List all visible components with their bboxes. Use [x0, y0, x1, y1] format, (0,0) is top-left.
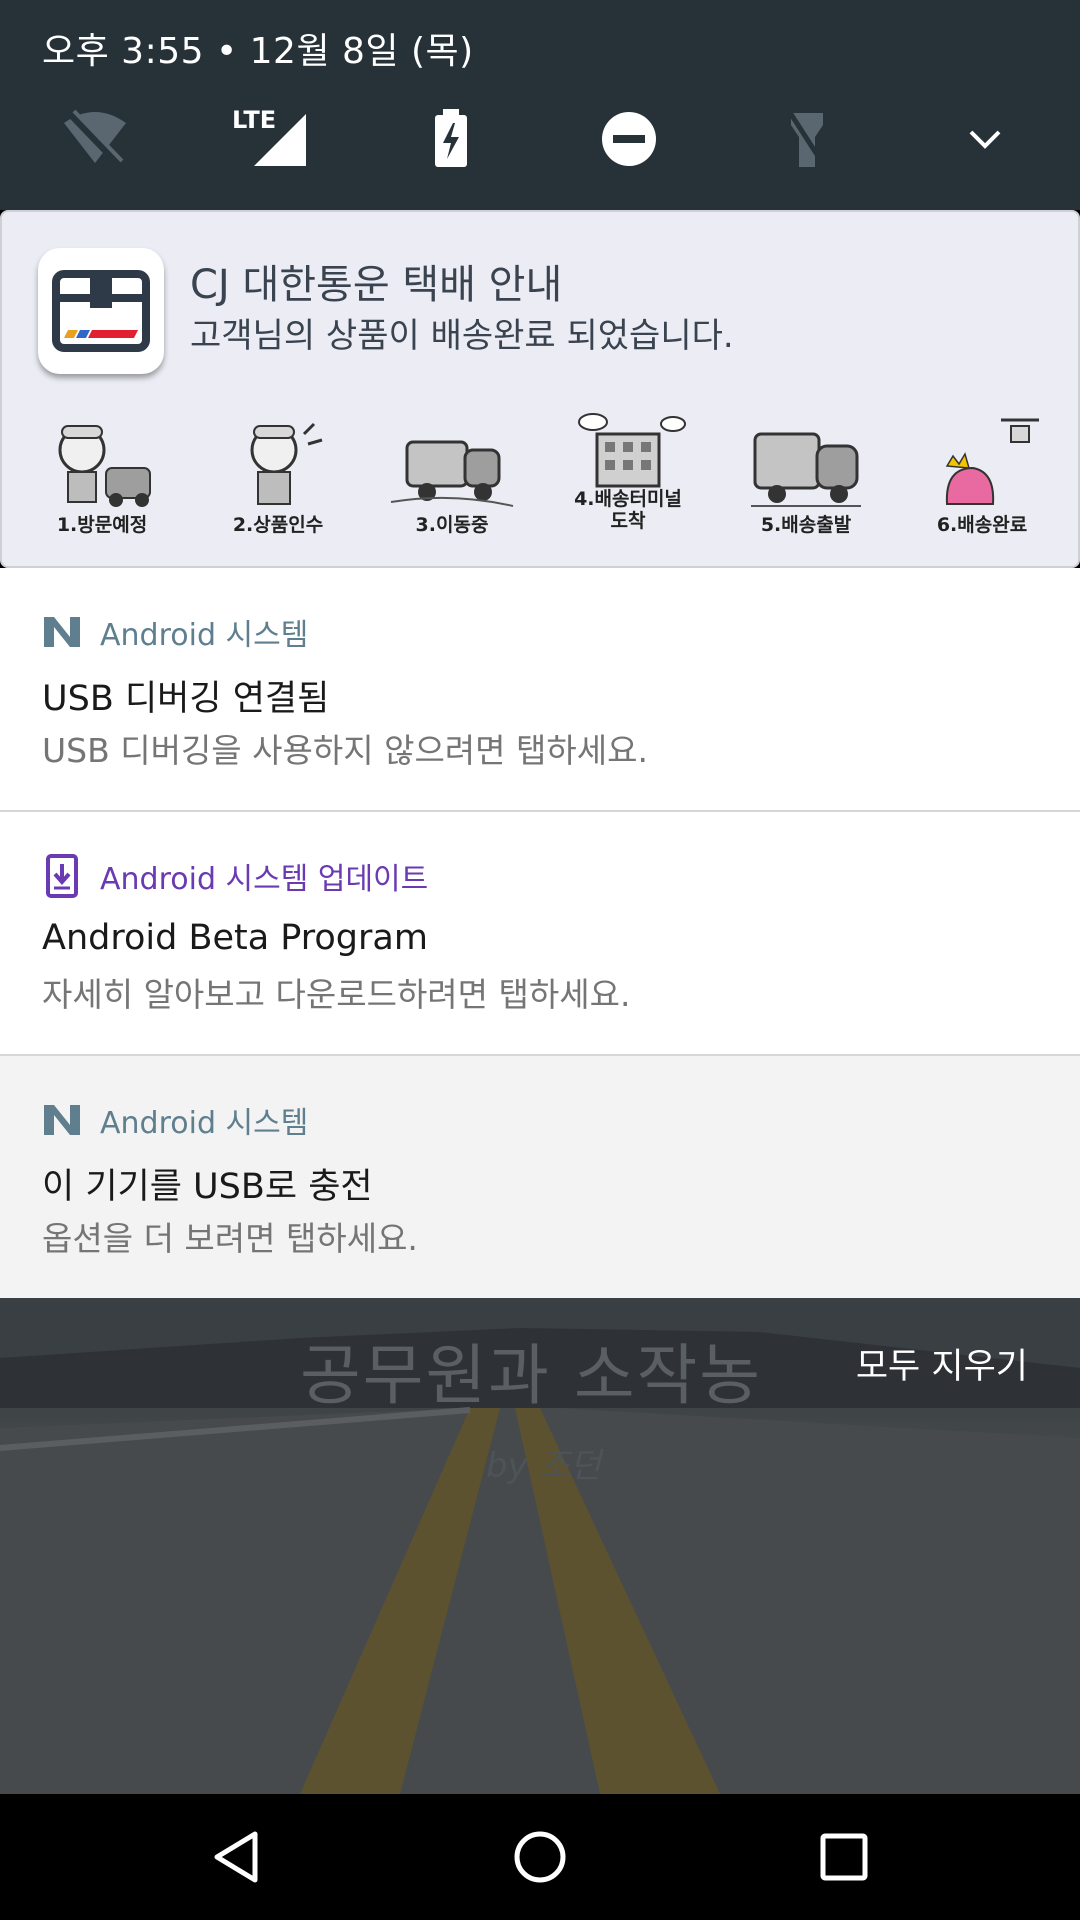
clear-all-button[interactable]: 모두 지우기: [856, 1338, 1028, 1389]
expand-chevron-icon[interactable]: [950, 104, 1020, 174]
system-update-icon: [46, 854, 78, 898]
cj-delivery-notification[interactable]: CJ 대한통운 택배 안내 고객님의 상품이 배송완료 되었습니다. 1.방문예…: [0, 210, 1080, 568]
notification-header: Android 시스템: [42, 1100, 309, 1141]
step-terminal-arrival: 4.배송터미널 도착: [548, 412, 708, 562]
cj-notification-title: CJ 대한통운 택배 안내: [190, 262, 563, 308]
notification-app-name: Android 시스템: [100, 618, 309, 653]
step-pickup: 2.상품인수: [198, 412, 358, 562]
lte-label: LTE: [232, 106, 277, 134]
step-visit-scheduled: 1.방문예정: [22, 412, 182, 562]
notification-header: Android 시스템 업데이트: [42, 854, 429, 898]
wifi-off-icon[interactable]: [60, 104, 130, 174]
back-icon[interactable]: [196, 1822, 276, 1892]
wallpaper-title: 공무원과 소작농: [300, 1337, 763, 1414]
notification-app-name: Android 시스템 업데이트: [100, 862, 429, 897]
notification-system-update[interactable]: Android 시스템 업데이트 Android Beta Program 자세…: [0, 812, 1080, 1056]
wallpaper-area: 공무원과 소작농 by 조던 모두 지우기: [0, 1298, 1080, 1794]
do-not-disturb-icon[interactable]: [594, 104, 664, 174]
notification-usb-charging[interactable]: Android 시스템 이 기기를 USB로 충전 옵션을 더 보려면 탭하세요…: [0, 1056, 1080, 1298]
step-label: 1.방문예정: [56, 514, 148, 536]
wallpaper-subtitle: by 조던: [486, 1446, 602, 1486]
step-in-transit: 3.이동중: [372, 412, 532, 562]
status-datetime: 오후 3:55 • 12월 8일 (목): [42, 31, 474, 72]
recents-icon[interactable]: [804, 1822, 884, 1892]
android-n-icon: [44, 617, 80, 647]
step-delivered: 6.배송완료: [902, 412, 1062, 562]
step-label: 2.상품인수: [232, 514, 324, 536]
step-label: 4.배송터미널 도착: [574, 488, 682, 532]
notification-header: Android 시스템: [42, 612, 309, 653]
cj-app-icon: [38, 248, 164, 374]
notification-text: 자세히 알아보고 다운로드하려면 탭하세요.: [42, 975, 631, 1014]
notification-title: Android Beta Program: [42, 918, 428, 958]
navigation-bar: [0, 1794, 1080, 1920]
flashlight-off-icon[interactable]: [772, 104, 842, 174]
quick-settings-panel: 오후 3:55 • 12월 8일 (목) LTE: [0, 0, 1080, 210]
notification-usb-debugging[interactable]: Android 시스템 USB 디버깅 연결됨 USB 디버깅을 사용하지 않으…: [0, 568, 1080, 812]
notification-text: USB 디버깅을 사용하지 않으려면 탭하세요.: [42, 731, 648, 770]
step-label: 5.배송출발: [760, 514, 852, 536]
battery-charging-icon[interactable]: [416, 104, 486, 174]
home-icon[interactable]: [500, 1822, 580, 1892]
step-label: 6.배송완료: [936, 514, 1028, 536]
notification-text: 옵션을 더 보려면 탭하세요.: [42, 1219, 418, 1258]
step-label: 3.이동중: [415, 514, 489, 536]
android-n-icon: [44, 1105, 80, 1135]
notification-title: 이 기기를 USB로 충전: [42, 1167, 373, 1207]
lte-signal-icon[interactable]: LTE: [228, 104, 312, 174]
notification-app-name: Android 시스템: [100, 1106, 309, 1141]
step-out-for-delivery: 5.배송출발: [726, 412, 886, 562]
notification-title: USB 디버깅 연결됨: [42, 679, 330, 719]
cj-notification-body: 고객님의 상품이 배송완료 되었습니다.: [190, 316, 734, 356]
